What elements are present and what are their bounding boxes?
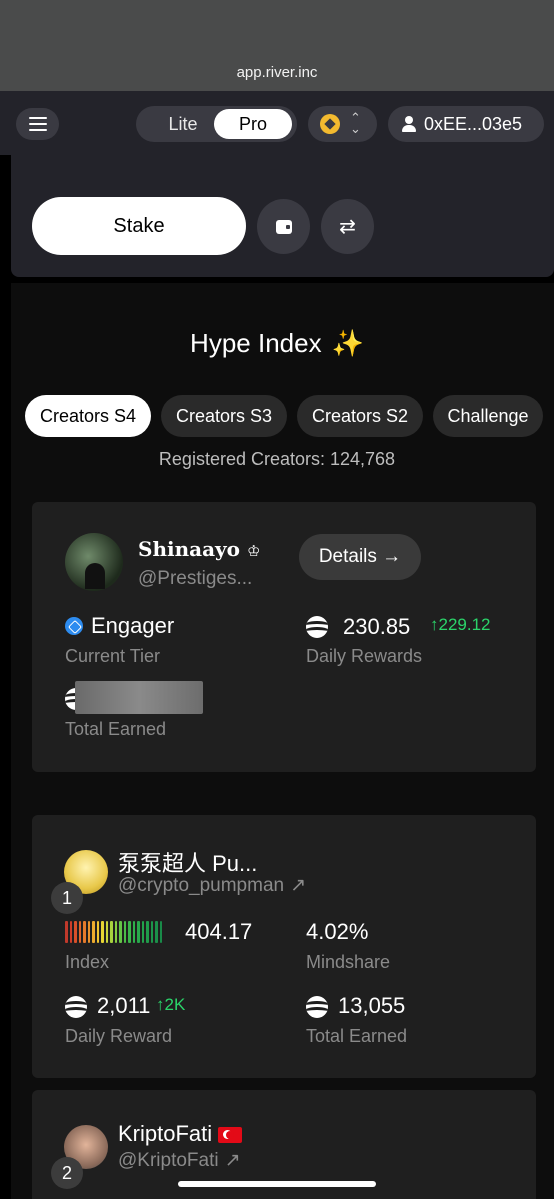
tab-creators-s2[interactable]: Creators S2 xyxy=(297,395,423,437)
my-creator-card: Shinaayo ♔ @Prestiges... Details → Engag… xyxy=(32,502,536,772)
index-value: 404.17 xyxy=(185,919,253,944)
gauge-segment xyxy=(96,921,99,943)
total-earned-value: 13,055 xyxy=(338,993,406,1018)
total-earned-label: Total Earned xyxy=(65,719,167,739)
daily-rewards-value: 230.85 xyxy=(343,614,411,639)
user-icon xyxy=(402,116,416,132)
avatar[interactable] xyxy=(65,533,123,591)
menu-button[interactable] xyxy=(16,108,59,140)
wallet-address: 0xEE...03e5 xyxy=(424,113,523,134)
turkey-flag-icon xyxy=(218,1127,243,1144)
creator-name: KriptoFati xyxy=(118,1121,243,1147)
gauge-segment xyxy=(128,921,131,943)
swap-button[interactable]: ⇄ xyxy=(321,199,374,254)
gauge-segment xyxy=(119,921,122,943)
tab-creators-s4[interactable]: Creators S4 xyxy=(25,395,151,437)
gauge-segment xyxy=(74,921,77,943)
tab-creators-s3[interactable]: Creators S3 xyxy=(161,395,287,437)
daily-reward-delta: ↑2K xyxy=(156,995,186,1014)
browser-bar: app.river.inc xyxy=(0,0,554,91)
creator-name: Shinaayo ♔ xyxy=(138,537,261,561)
tier-icon xyxy=(65,617,83,635)
rank-badge: 2 xyxy=(51,1157,83,1189)
creator-handle: @Prestiges... xyxy=(138,568,253,589)
mode-lite[interactable]: Lite xyxy=(144,109,222,139)
tab-challenge[interactable]: Challenge xyxy=(433,395,543,437)
details-button[interactable]: Details → xyxy=(299,534,421,580)
redacted-total-earned xyxy=(75,681,203,714)
gauge-segment xyxy=(132,921,135,943)
daily-reward-label: Daily Reward xyxy=(65,1026,173,1046)
external-link-icon: ↗ xyxy=(290,875,307,896)
rank-badge: 1 xyxy=(51,882,83,914)
gauge-segment xyxy=(137,921,140,943)
gauge-segment xyxy=(69,921,72,943)
gauge-segment xyxy=(65,921,68,943)
river-coin-icon xyxy=(306,996,328,1018)
gauge-segment xyxy=(141,921,144,943)
season-tabs: Creators S4 Creators S3 Creators S2 Chal… xyxy=(0,395,554,437)
total-earned-label: Total Earned xyxy=(306,1026,408,1046)
crown-icon: ♔ xyxy=(246,542,261,560)
leaderboard-card[interactable]: 1 泵泵超人 Pu... @crypto_pumpman ↗ 404.17 Ind… xyxy=(32,815,536,1078)
mindshare-label: Mindshare xyxy=(306,952,391,972)
swap-icon: ⇄ xyxy=(339,216,356,238)
chain-selector[interactable]: ⌃ ⌄ xyxy=(308,106,377,142)
gauge-segment xyxy=(159,921,162,943)
index-label: Index xyxy=(65,952,110,972)
gauge-segment xyxy=(92,921,95,943)
gauge-segment xyxy=(110,921,113,943)
gauge-segment xyxy=(78,921,81,943)
river-coin-icon xyxy=(306,616,328,638)
external-link-icon: ↗ xyxy=(224,1150,241,1171)
gauge-segment xyxy=(83,921,86,943)
sparkle-icon: ✨ xyxy=(331,328,364,358)
wallet-address-button[interactable]: 0xEE...03e5 xyxy=(388,106,544,142)
home-indicator[interactable] xyxy=(178,1181,376,1187)
index-gauge xyxy=(65,921,175,943)
gauge-segment xyxy=(105,921,108,943)
app-header: Lite Pro ⌃ ⌄ 0xEE...03e5 xyxy=(0,91,554,155)
hamburger-icon xyxy=(28,117,47,119)
wallet-icon xyxy=(275,219,292,234)
creator-handle[interactable]: @crypto_pumpman ↗ xyxy=(118,874,306,897)
gauge-segment xyxy=(114,921,117,943)
gauge-segment xyxy=(87,921,90,943)
page-title: Hype Index ✨ xyxy=(190,328,364,358)
daily-reward-value: 2,011 xyxy=(97,993,151,1018)
gauge-segment xyxy=(150,921,153,943)
creator-handle[interactable]: @KriptoFati ↗ xyxy=(118,1149,241,1172)
chevron-updown-icon: ⌃ ⌄ xyxy=(350,110,361,136)
gauge-segment xyxy=(123,921,126,943)
mindshare-value: 4.02% xyxy=(306,919,369,944)
tier-label: Current Tier xyxy=(65,646,161,666)
daily-rewards-delta: ↑229.12 xyxy=(430,615,491,634)
gauge-segment xyxy=(155,921,158,943)
gauge-segment xyxy=(101,921,104,943)
river-coin-icon xyxy=(65,996,87,1018)
registered-count: Registered Creators: 124,768 xyxy=(158,449,396,469)
gauge-segment xyxy=(146,921,149,943)
mode-toggle[interactable]: Lite Pro xyxy=(136,106,297,142)
tier-value: Engager xyxy=(91,613,175,638)
stake-button[interactable]: Stake xyxy=(32,197,246,255)
wallet-button[interactable] xyxy=(257,199,310,254)
daily-rewards-label: Daily Rewards xyxy=(306,646,423,666)
mode-pro[interactable]: Pro xyxy=(214,109,292,139)
url-text[interactable]: app.river.inc xyxy=(0,64,554,81)
stake-panel: Stake ⇄ xyxy=(11,155,554,277)
bnb-icon xyxy=(320,114,340,134)
